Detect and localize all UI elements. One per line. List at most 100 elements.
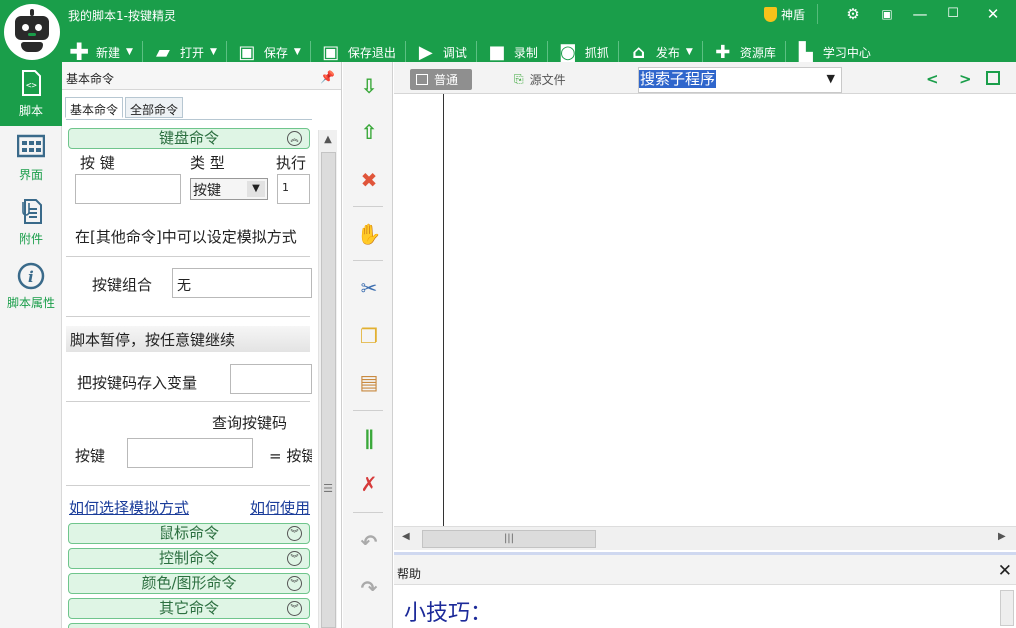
combo-label: 按键组合 bbox=[92, 276, 153, 294]
expand-icon[interactable]: ︾ bbox=[287, 601, 302, 616]
nav-item-script-properties[interactable]: i 脚本属性 bbox=[0, 254, 62, 318]
redo-icon[interactable]: ↷ bbox=[357, 576, 381, 600]
play-icon: ▶ bbox=[418, 41, 433, 63]
nav-forward-icon[interactable]: > bbox=[959, 70, 972, 88]
chevron-down-icon[interactable]: ▼ bbox=[210, 47, 217, 57]
store-keycode-label: 把按键码存入变量 bbox=[77, 374, 198, 392]
uncomment-icon[interactable]: ✗ bbox=[357, 472, 381, 496]
copy-icon[interactable]: ❐ bbox=[357, 324, 381, 348]
settings-gear-icon[interactable]: ⚙ bbox=[838, 3, 868, 25]
normal-view-icon bbox=[416, 74, 428, 85]
type-select[interactable]: 按键 ▼ bbox=[190, 178, 268, 200]
section-keyboard[interactable]: 键盘命令 ︽ bbox=[68, 128, 310, 149]
command-tabs: 基本命令 全部命令 bbox=[65, 97, 185, 118]
chevron-down-icon[interactable]: ▼ bbox=[827, 72, 835, 85]
help-panel: 帮助 ✕ 小技巧： bbox=[394, 552, 1016, 628]
section-color-graphics[interactable]: 颜色/图形命令 ︾ bbox=[68, 573, 310, 594]
comment-icon[interactable]: ∥ bbox=[357, 426, 381, 450]
maximize-icon[interactable]: ☐ bbox=[938, 3, 968, 25]
pin-icon[interactable]: 📌 bbox=[320, 70, 335, 84]
scroll-left-icon[interactable]: ◀ bbox=[402, 531, 410, 542]
col-type-label: 类 型 bbox=[190, 154, 225, 172]
nav-back-icon[interactable]: < bbox=[926, 70, 939, 88]
expand-icon[interactable]: ︾ bbox=[287, 526, 302, 541]
paste-icon[interactable]: ▤ bbox=[357, 370, 381, 394]
left-nav: <> 脚本 界面 附件 i 脚本属性 bbox=[0, 62, 62, 628]
expand-icon[interactable]: ︾ bbox=[287, 576, 302, 591]
help-tip: 小技巧： bbox=[404, 601, 493, 626]
resources-bag-icon: ✚ bbox=[715, 41, 731, 63]
tab-basic-commands[interactable]: 基本命令 bbox=[65, 97, 124, 118]
close-icon[interactable]: ✕ bbox=[998, 561, 1012, 581]
plus-icon: ✚ bbox=[68, 38, 90, 66]
query-keycode-label: 查询按键码 bbox=[212, 414, 288, 432]
command-panel-scrollbar[interactable]: ▲ ☰ bbox=[318, 130, 337, 628]
section-mouse[interactable]: 鼠标命令 ︾ bbox=[68, 523, 310, 544]
save-exit-icon: ▣ bbox=[322, 41, 340, 63]
help-scrollbar[interactable] bbox=[1000, 590, 1014, 626]
script-file-icon: <> bbox=[17, 69, 45, 96]
nav-item-ui[interactable]: 界面 bbox=[0, 126, 62, 190]
section-other[interactable]: 其它命令 ︾ bbox=[68, 598, 310, 619]
command-list: 键盘命令 ︽ 按 键 类 型 执行 按键 ▼ 1 在[其他命令]中可以设定模拟方… bbox=[66, 119, 312, 628]
chevron-down-icon[interactable]: ▼ bbox=[686, 47, 693, 57]
scroll-right-icon[interactable]: ▶ bbox=[998, 531, 1006, 542]
section-control[interactable]: 控制命令 ︾ bbox=[68, 548, 310, 569]
scroll-up-icon[interactable]: ▲ bbox=[319, 130, 337, 149]
exec-count-input[interactable]: 1 bbox=[277, 174, 310, 204]
svg-text:<>: <> bbox=[26, 81, 37, 91]
cut-scissors-icon[interactable]: ✂ bbox=[357, 276, 381, 300]
tab-normal-mode[interactable]: 普通 bbox=[410, 69, 472, 90]
command-panel: 基本命令 📌 基本命令 全部命令 键盘命令 ︽ 按 键 类 型 执行 按键 ▼ … bbox=[62, 62, 342, 628]
collapse-icon[interactable]: ︽ bbox=[287, 131, 302, 146]
nav-item-script[interactable]: <> 脚本 bbox=[0, 62, 62, 126]
tab-source-mode[interactable]: ⎘ 源文件 bbox=[508, 69, 572, 90]
menu-dropdown-icon[interactable]: ▣ bbox=[872, 3, 902, 25]
grid-icon bbox=[16, 134, 46, 160]
shield-icon bbox=[764, 7, 777, 22]
move-up-icon[interactable]: ⇧ bbox=[357, 120, 381, 144]
nav-item-attachment[interactable]: 附件 bbox=[0, 190, 62, 254]
layout-grid-icon[interactable] bbox=[986, 71, 1000, 85]
key-input[interactable] bbox=[75, 174, 181, 204]
editor-horizontal-scrollbar[interactable]: ◀ ||| ▶ bbox=[394, 526, 1016, 550]
editor-tools: ⇩ ⇧ ✖ ✋ ✂ ❐ ▤ ∥ ✗ ↶ ↷ bbox=[343, 62, 393, 628]
col-exec-label: 执行 bbox=[276, 154, 307, 172]
capture-icon: ◙ bbox=[559, 41, 577, 63]
title-bar: 我的脚本1-按键精灵 神盾 ⚙ ▣ — ☐ ✕ ✚ 新建 ▼ ▰ 打开 ▼ ▣ … bbox=[0, 0, 1016, 66]
pause-command-bar[interactable]: 脚本暂停，按任意键继续 bbox=[66, 326, 310, 352]
help-title: 帮助 bbox=[397, 567, 422, 581]
query-key-input[interactable] bbox=[127, 438, 253, 468]
chevron-down-icon[interactable]: ▼ bbox=[126, 47, 133, 57]
close-icon[interactable]: ✕ bbox=[978, 3, 1008, 25]
scroll-thumb[interactable]: ||| bbox=[422, 530, 596, 548]
hand-icon[interactable]: ✋ bbox=[357, 222, 382, 246]
info-icon: i bbox=[17, 262, 45, 289]
script-editor: 普通 ⎘ 源文件 搜索子程序 ▼ < > ◀ ||| ▶ bbox=[394, 62, 1016, 552]
shield-label: 神盾 bbox=[781, 8, 806, 22]
key-label: 按键 bbox=[75, 447, 106, 465]
move-down-icon[interactable]: ⇩ bbox=[357, 74, 381, 98]
combo-input[interactable]: 无 bbox=[172, 268, 312, 298]
panel-header: 基本命令 📌 bbox=[62, 62, 341, 90]
publish-icon: ⌂ bbox=[632, 41, 646, 63]
tab-all-commands[interactable]: 全部命令 bbox=[125, 97, 184, 118]
chevron-down-icon[interactable]: ▼ bbox=[294, 47, 301, 57]
chevron-down-icon[interactable]: ▼ bbox=[247, 181, 265, 197]
delete-icon[interactable]: ✖ bbox=[357, 168, 381, 192]
undo-icon[interactable]: ↶ bbox=[357, 530, 381, 554]
window-title: 我的脚本1-按键精灵 bbox=[68, 9, 176, 23]
scroll-thumb[interactable] bbox=[321, 152, 336, 628]
minimize-icon[interactable]: — bbox=[905, 3, 935, 25]
shield-button[interactable]: 神盾 bbox=[764, 6, 805, 23]
store-variable-input[interactable] bbox=[230, 364, 312, 394]
paperclip-document-icon bbox=[17, 198, 45, 224]
link-choose-simulation[interactable]: 如何选择模拟方式 bbox=[69, 497, 189, 518]
link-how-to-use[interactable]: 如何使用 bbox=[250, 497, 310, 518]
expand-icon[interactable]: ︾ bbox=[287, 551, 302, 566]
section-more[interactable] bbox=[68, 623, 310, 628]
code-area[interactable] bbox=[394, 94, 1016, 526]
camera-icon: ■ bbox=[488, 41, 506, 63]
gutter-divider bbox=[443, 94, 444, 526]
subroutine-search-select[interactable]: 搜索子程序 ▼ bbox=[638, 67, 842, 93]
